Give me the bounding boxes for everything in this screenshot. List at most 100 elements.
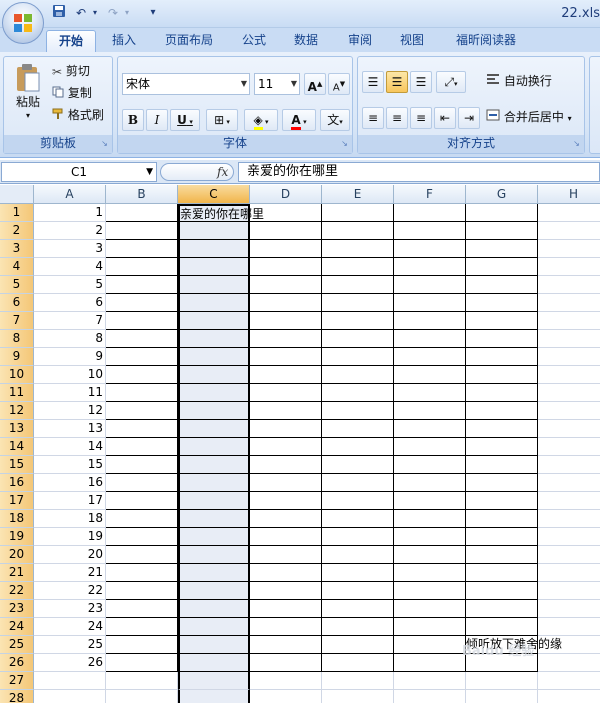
cell-c15[interactable] xyxy=(178,456,250,474)
cell-e25[interactable] xyxy=(322,636,394,654)
row-header-23[interactable]: 23 xyxy=(0,600,34,618)
cell-d18[interactable] xyxy=(250,510,322,528)
cell-h21[interactable] xyxy=(538,564,600,582)
cell-a6[interactable]: 6 xyxy=(34,294,106,312)
cell-b13[interactable] xyxy=(106,420,178,438)
cell-h9[interactable] xyxy=(538,348,600,366)
cell-f13[interactable] xyxy=(394,420,466,438)
cell-d9[interactable] xyxy=(250,348,322,366)
cell-f21[interactable] xyxy=(394,564,466,582)
name-box[interactable]: C1 ▼ xyxy=(1,162,157,182)
cell-f28[interactable] xyxy=(394,690,466,703)
cell-c20[interactable] xyxy=(178,546,250,564)
cell-h28[interactable] xyxy=(538,690,600,703)
cell-f16[interactable] xyxy=(394,474,466,492)
cell-a14[interactable]: 14 xyxy=(34,438,106,456)
column-header-b[interactable]: B xyxy=(106,185,178,204)
cell-a10[interactable]: 10 xyxy=(34,366,106,384)
cell-b24[interactable] xyxy=(106,618,178,636)
cell-c12[interactable] xyxy=(178,402,250,420)
cell-b17[interactable] xyxy=(106,492,178,510)
cell-a20[interactable]: 20 xyxy=(34,546,106,564)
cell-f2[interactable] xyxy=(394,222,466,240)
cell-c10[interactable] xyxy=(178,366,250,384)
cell-c17[interactable] xyxy=(178,492,250,510)
cell-a18[interactable]: 18 xyxy=(34,510,106,528)
cell-b16[interactable] xyxy=(106,474,178,492)
tab-view[interactable]: 视图 xyxy=(390,30,434,52)
cell-f8[interactable] xyxy=(394,330,466,348)
cell-e9[interactable] xyxy=(322,348,394,366)
row-header-9[interactable]: 9 xyxy=(0,348,34,366)
tab-formulas[interactable]: 公式 xyxy=(232,30,276,52)
cell-h25[interactable] xyxy=(538,636,600,654)
cell-a4[interactable]: 4 xyxy=(34,258,106,276)
column-header-f[interactable]: F xyxy=(394,185,466,204)
cell-f25[interactable] xyxy=(394,636,466,654)
increase-indent-button[interactable]: ⇥ xyxy=(458,107,480,129)
cell-g3[interactable] xyxy=(466,240,538,258)
cell-g5[interactable] xyxy=(466,276,538,294)
bold-button[interactable]: B xyxy=(122,109,144,131)
cell-h12[interactable] xyxy=(538,402,600,420)
cell-a15[interactable]: 15 xyxy=(34,456,106,474)
cell-g15[interactable] xyxy=(466,456,538,474)
cell-c19[interactable] xyxy=(178,528,250,546)
cell-f1[interactable] xyxy=(394,204,466,222)
row-header-12[interactable]: 12 xyxy=(0,402,34,420)
cell-g22[interactable] xyxy=(466,582,538,600)
align-middle-button[interactable]: ☰ xyxy=(386,71,408,93)
cell-b26[interactable] xyxy=(106,654,178,672)
cell-b25[interactable] xyxy=(106,636,178,654)
cell-e5[interactable] xyxy=(322,276,394,294)
paste-button[interactable]: 粘贴 ▾ xyxy=(10,63,46,129)
cell-e15[interactable] xyxy=(322,456,394,474)
cell-h3[interactable] xyxy=(538,240,600,258)
cell-a22[interactable]: 22 xyxy=(34,582,106,600)
cell-g28[interactable] xyxy=(466,690,538,703)
column-header-e[interactable]: E xyxy=(322,185,394,204)
cell-g11[interactable] xyxy=(466,384,538,402)
cell-g2[interactable] xyxy=(466,222,538,240)
cell-g9[interactable] xyxy=(466,348,538,366)
row-header-4[interactable]: 4 xyxy=(0,258,34,276)
cell-c9[interactable] xyxy=(178,348,250,366)
cell-e18[interactable] xyxy=(322,510,394,528)
row-header-27[interactable]: 27 xyxy=(0,672,34,690)
cell-f26[interactable] xyxy=(394,654,466,672)
tab-insert[interactable]: 插入 xyxy=(100,30,148,52)
cell-c11[interactable] xyxy=(178,384,250,402)
cell-h11[interactable] xyxy=(538,384,600,402)
row-header-28[interactable]: 28 xyxy=(0,690,34,703)
cell-g7[interactable] xyxy=(466,312,538,330)
cell-b28[interactable] xyxy=(106,690,178,703)
row-header-20[interactable]: 20 xyxy=(0,546,34,564)
cell-h27[interactable] xyxy=(538,672,600,690)
cell-h23[interactable] xyxy=(538,600,600,618)
cell-b23[interactable] xyxy=(106,600,178,618)
customize-quick-access-icon[interactable]: ▾ xyxy=(144,4,162,22)
cell-d27[interactable] xyxy=(250,672,322,690)
cell-h19[interactable] xyxy=(538,528,600,546)
phonetic-guide-button[interactable]: 文▾ xyxy=(320,109,350,131)
cell-d20[interactable] xyxy=(250,546,322,564)
row-header-18[interactable]: 18 xyxy=(0,510,34,528)
cell-h6[interactable] xyxy=(538,294,600,312)
font-size-combo[interactable]: 11 ▼ xyxy=(254,73,300,95)
cell-a8[interactable]: 8 xyxy=(34,330,106,348)
cell-f11[interactable] xyxy=(394,384,466,402)
cell-h7[interactable] xyxy=(538,312,600,330)
merge-center-button[interactable]: 合并后居中 ▾ xyxy=(486,107,572,127)
font-color-button[interactable]: A ▾ xyxy=(282,109,316,131)
cell-g19[interactable] xyxy=(466,528,538,546)
cell-h8[interactable] xyxy=(538,330,600,348)
cell-a19[interactable]: 19 xyxy=(34,528,106,546)
cell-g10[interactable] xyxy=(466,366,538,384)
cell-a16[interactable]: 16 xyxy=(34,474,106,492)
cell-e28[interactable] xyxy=(322,690,394,703)
italic-button[interactable]: I xyxy=(146,109,168,131)
column-header-d[interactable]: D xyxy=(250,185,322,204)
row-header-26[interactable]: 26 xyxy=(0,654,34,672)
cell-g16[interactable] xyxy=(466,474,538,492)
cell-c18[interactable] xyxy=(178,510,250,528)
